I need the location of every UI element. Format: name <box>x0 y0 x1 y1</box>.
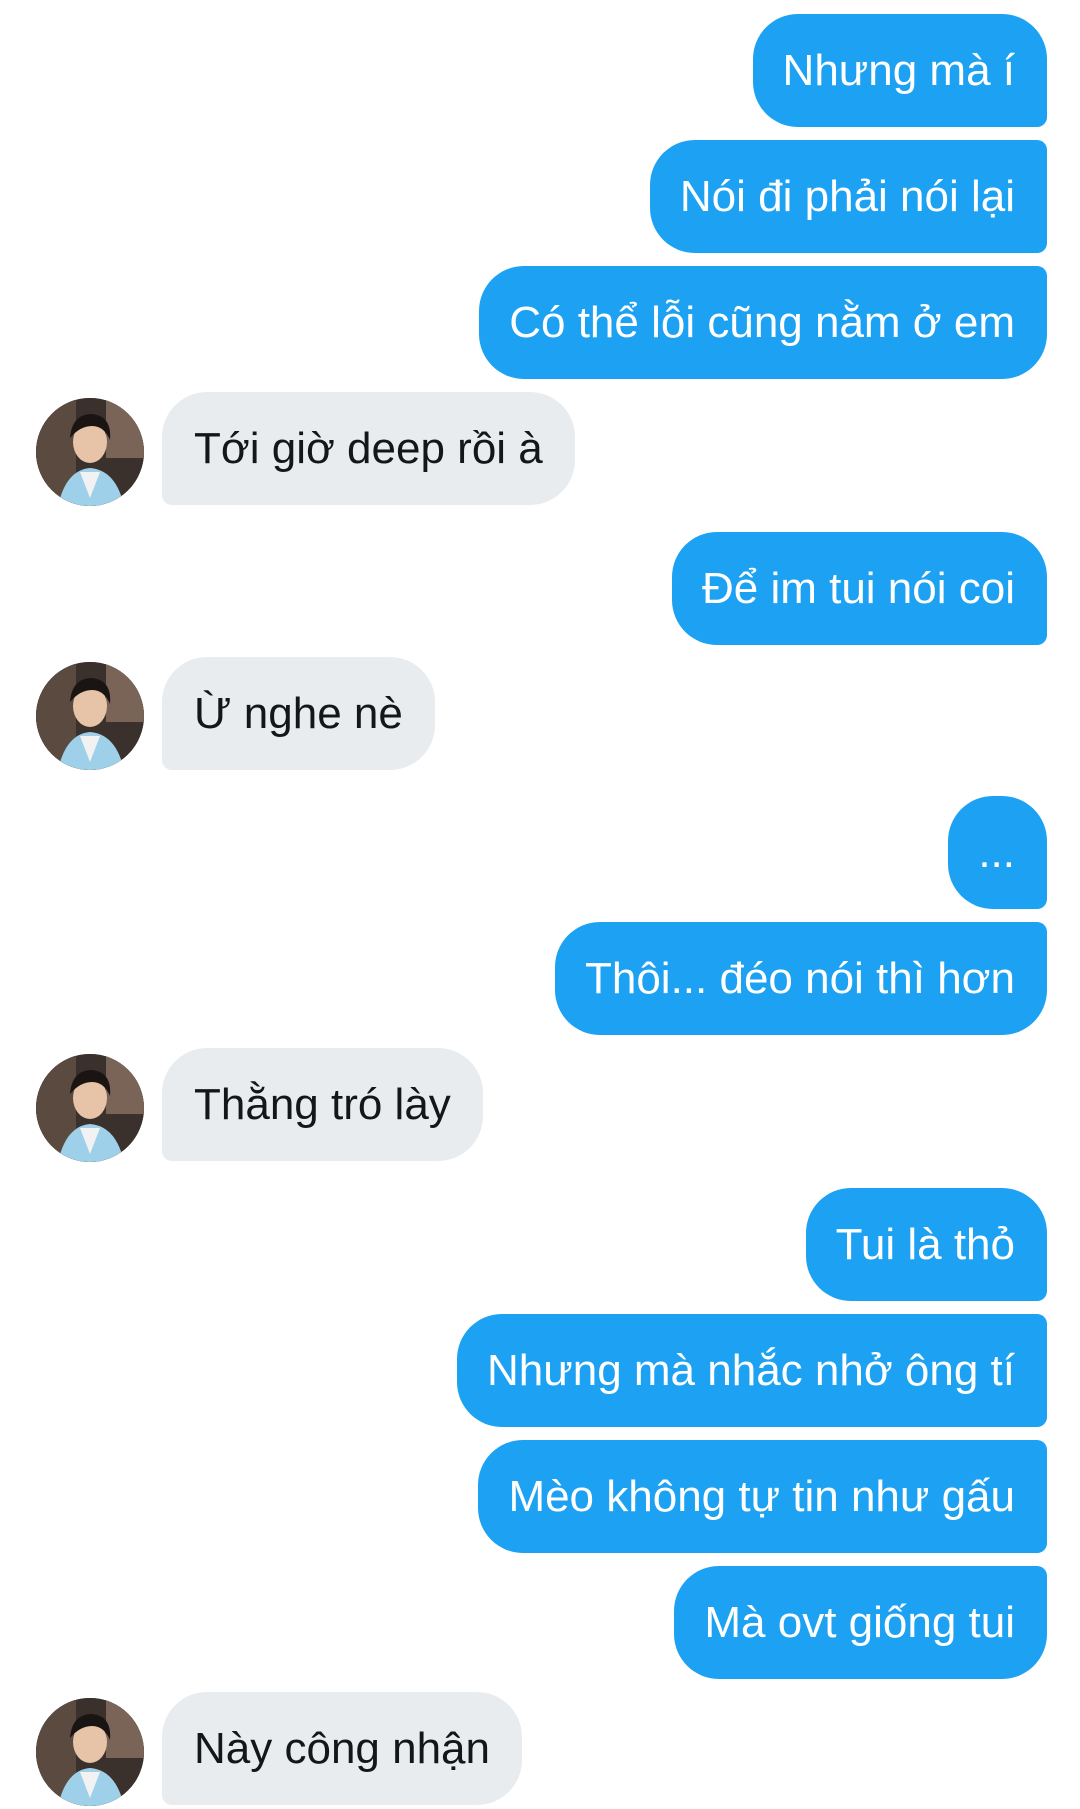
message-bubble-incoming[interactable]: Ừ nghe nè <box>162 657 435 770</box>
message-bubble-outgoing[interactable]: Nói đi phải nói lại <box>649 140 1047 253</box>
message-bubble-outgoing[interactable]: Nhưng mà nhắc nhở ông tí <box>457 1314 1047 1427</box>
message-bubble-incoming[interactable]: Này công nhận <box>162 1692 522 1805</box>
message-bubble-outgoing[interactable]: Tui là thỏ <box>805 1188 1047 1301</box>
message-bubble-outgoing[interactable]: Nhưng mà í <box>752 14 1047 127</box>
contact-avatar[interactable] <box>36 1054 144 1162</box>
chat-thread: Nhưng mà í Nói đi phải nói lại Có thể lỗ… <box>0 0 1080 1809</box>
message-bubble-incoming[interactable]: Tới giờ deep rồi à <box>162 392 575 505</box>
message-bubble-outgoing[interactable]: ... <box>948 796 1047 909</box>
contact-avatar[interactable] <box>36 1698 144 1806</box>
message-bubble-outgoing[interactable]: Mèo không tự tin như gấu <box>478 1440 1047 1553</box>
contact-avatar[interactable] <box>36 398 144 506</box>
message-bubble-outgoing[interactable]: Mà ovt giống tui <box>674 1566 1047 1679</box>
message-bubble-outgoing[interactable]: Thôi... đéo nói thì hơn <box>554 922 1047 1035</box>
message-bubble-outgoing[interactable]: Để im tui nói coi <box>671 532 1047 645</box>
message-bubble-outgoing[interactable]: Có thể lỗi cũng nằm ở em <box>479 266 1047 379</box>
message-bubble-incoming[interactable]: Thằng tró lày <box>162 1048 483 1161</box>
contact-avatar[interactable] <box>36 662 144 770</box>
